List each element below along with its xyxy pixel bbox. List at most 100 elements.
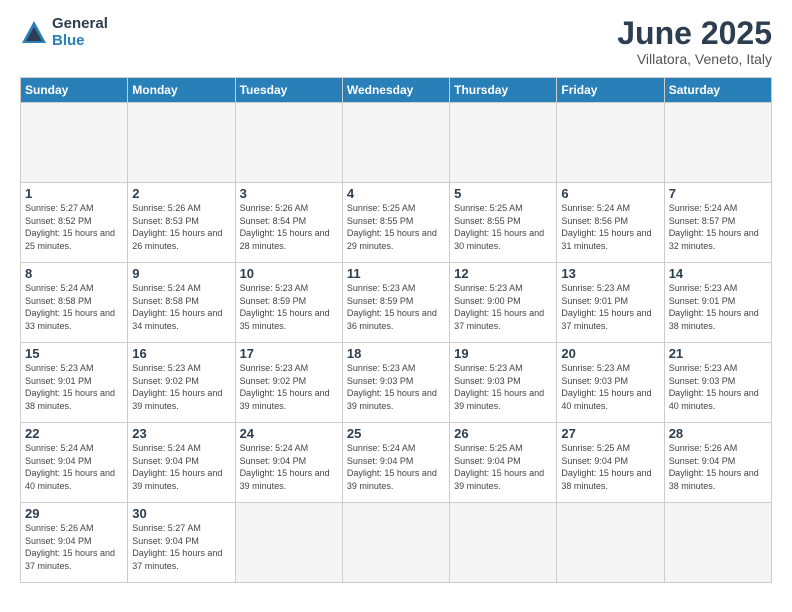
day-info: Sunrise: 5:24 AM Sunset: 9:04 PM Dayligh… xyxy=(25,442,123,492)
table-row: 5 Sunrise: 5:25 AM Sunset: 8:55 PM Dayli… xyxy=(450,183,557,263)
day-info: Sunrise: 5:26 AM Sunset: 9:04 PM Dayligh… xyxy=(669,442,767,492)
day-number: 30 xyxy=(132,506,230,521)
calendar-week-row: 1 Sunrise: 5:27 AM Sunset: 8:52 PM Dayli… xyxy=(21,183,772,263)
calendar-subtitle: Villatora, Veneto, Italy xyxy=(617,51,772,67)
day-info: Sunrise: 5:23 AM Sunset: 9:03 PM Dayligh… xyxy=(669,362,767,412)
table-row: 7 Sunrise: 5:24 AM Sunset: 8:57 PM Dayli… xyxy=(664,183,771,263)
logo-text: General Blue xyxy=(52,16,108,49)
day-number: 3 xyxy=(240,186,338,201)
table-row: 29 Sunrise: 5:26 AM Sunset: 9:04 PM Dayl… xyxy=(21,503,128,583)
calendar-week-row: 22 Sunrise: 5:24 AM Sunset: 9:04 PM Dayl… xyxy=(21,423,772,503)
day-info: Sunrise: 5:24 AM Sunset: 8:58 PM Dayligh… xyxy=(25,282,123,332)
col-friday: Friday xyxy=(557,78,664,103)
day-number: 28 xyxy=(669,426,767,441)
day-info: Sunrise: 5:23 AM Sunset: 9:03 PM Dayligh… xyxy=(347,362,445,412)
table-row: 13 Sunrise: 5:23 AM Sunset: 9:01 PM Dayl… xyxy=(557,263,664,343)
day-info: Sunrise: 5:23 AM Sunset: 8:59 PM Dayligh… xyxy=(347,282,445,332)
table-row: 30 Sunrise: 5:27 AM Sunset: 9:04 PM Dayl… xyxy=(128,503,235,583)
day-number: 1 xyxy=(25,186,123,201)
day-info: Sunrise: 5:26 AM Sunset: 8:53 PM Dayligh… xyxy=(132,202,230,252)
table-row: 16 Sunrise: 5:23 AM Sunset: 9:02 PM Dayl… xyxy=(128,343,235,423)
col-saturday: Saturday xyxy=(664,78,771,103)
day-info: Sunrise: 5:25 AM Sunset: 8:55 PM Dayligh… xyxy=(347,202,445,252)
day-info: Sunrise: 5:27 AM Sunset: 9:04 PM Dayligh… xyxy=(132,522,230,572)
calendar-table: Sunday Monday Tuesday Wednesday Thursday… xyxy=(20,77,772,583)
table-row: 21 Sunrise: 5:23 AM Sunset: 9:03 PM Dayl… xyxy=(664,343,771,423)
day-info: Sunrise: 5:26 AM Sunset: 8:54 PM Dayligh… xyxy=(240,202,338,252)
table-row xyxy=(664,503,771,583)
table-row: 3 Sunrise: 5:26 AM Sunset: 8:54 PM Dayli… xyxy=(235,183,342,263)
table-row: 11 Sunrise: 5:23 AM Sunset: 8:59 PM Dayl… xyxy=(342,263,449,343)
day-info: Sunrise: 5:24 AM Sunset: 8:57 PM Dayligh… xyxy=(669,202,767,252)
day-number: 14 xyxy=(669,266,767,281)
table-row: 9 Sunrise: 5:24 AM Sunset: 8:58 PM Dayli… xyxy=(128,263,235,343)
table-row: 18 Sunrise: 5:23 AM Sunset: 9:03 PM Dayl… xyxy=(342,343,449,423)
table-row xyxy=(557,103,664,183)
title-block: June 2025 Villatora, Veneto, Italy xyxy=(617,16,772,67)
col-tuesday: Tuesday xyxy=(235,78,342,103)
day-number: 8 xyxy=(25,266,123,281)
table-row: 24 Sunrise: 5:24 AM Sunset: 9:04 PM Dayl… xyxy=(235,423,342,503)
day-number: 15 xyxy=(25,346,123,361)
day-info: Sunrise: 5:23 AM Sunset: 9:01 PM Dayligh… xyxy=(25,362,123,412)
day-info: Sunrise: 5:24 AM Sunset: 9:04 PM Dayligh… xyxy=(347,442,445,492)
logo-general: General xyxy=(52,16,108,33)
table-row: 26 Sunrise: 5:25 AM Sunset: 9:04 PM Dayl… xyxy=(450,423,557,503)
day-number: 19 xyxy=(454,346,552,361)
table-row xyxy=(342,103,449,183)
calendar-week-row xyxy=(21,103,772,183)
table-row: 8 Sunrise: 5:24 AM Sunset: 8:58 PM Dayli… xyxy=(21,263,128,343)
day-info: Sunrise: 5:23 AM Sunset: 9:01 PM Dayligh… xyxy=(561,282,659,332)
day-info: Sunrise: 5:23 AM Sunset: 9:03 PM Dayligh… xyxy=(561,362,659,412)
day-number: 20 xyxy=(561,346,659,361)
day-number: 6 xyxy=(561,186,659,201)
calendar-week-row: 8 Sunrise: 5:24 AM Sunset: 8:58 PM Dayli… xyxy=(21,263,772,343)
table-row: 17 Sunrise: 5:23 AM Sunset: 9:02 PM Dayl… xyxy=(235,343,342,423)
table-row: 1 Sunrise: 5:27 AM Sunset: 8:52 PM Dayli… xyxy=(21,183,128,263)
day-number: 22 xyxy=(25,426,123,441)
day-info: Sunrise: 5:27 AM Sunset: 8:52 PM Dayligh… xyxy=(25,202,123,252)
table-row xyxy=(128,103,235,183)
day-number: 7 xyxy=(669,186,767,201)
day-number: 23 xyxy=(132,426,230,441)
table-row xyxy=(557,503,664,583)
day-info: Sunrise: 5:23 AM Sunset: 8:59 PM Dayligh… xyxy=(240,282,338,332)
day-number: 25 xyxy=(347,426,445,441)
table-row: 2 Sunrise: 5:26 AM Sunset: 8:53 PM Dayli… xyxy=(128,183,235,263)
day-number: 11 xyxy=(347,266,445,281)
day-info: Sunrise: 5:23 AM Sunset: 9:02 PM Dayligh… xyxy=(240,362,338,412)
table-row xyxy=(235,503,342,583)
table-row: 4 Sunrise: 5:25 AM Sunset: 8:55 PM Dayli… xyxy=(342,183,449,263)
day-number: 29 xyxy=(25,506,123,521)
day-number: 2 xyxy=(132,186,230,201)
day-number: 24 xyxy=(240,426,338,441)
day-number: 4 xyxy=(347,186,445,201)
day-info: Sunrise: 5:23 AM Sunset: 9:01 PM Dayligh… xyxy=(669,282,767,332)
calendar-header-row: Sunday Monday Tuesday Wednesday Thursday… xyxy=(21,78,772,103)
table-row: 28 Sunrise: 5:26 AM Sunset: 9:04 PM Dayl… xyxy=(664,423,771,503)
col-thursday: Thursday xyxy=(450,78,557,103)
col-monday: Monday xyxy=(128,78,235,103)
day-info: Sunrise: 5:24 AM Sunset: 8:56 PM Dayligh… xyxy=(561,202,659,252)
table-row: 10 Sunrise: 5:23 AM Sunset: 8:59 PM Dayl… xyxy=(235,263,342,343)
day-number: 27 xyxy=(561,426,659,441)
table-row: 14 Sunrise: 5:23 AM Sunset: 9:01 PM Dayl… xyxy=(664,263,771,343)
table-row: 15 Sunrise: 5:23 AM Sunset: 9:01 PM Dayl… xyxy=(21,343,128,423)
logo-blue: Blue xyxy=(52,33,108,50)
table-row xyxy=(664,103,771,183)
day-info: Sunrise: 5:23 AM Sunset: 9:03 PM Dayligh… xyxy=(454,362,552,412)
day-number: 10 xyxy=(240,266,338,281)
table-row: 27 Sunrise: 5:25 AM Sunset: 9:04 PM Dayl… xyxy=(557,423,664,503)
table-row: 6 Sunrise: 5:24 AM Sunset: 8:56 PM Dayli… xyxy=(557,183,664,263)
day-info: Sunrise: 5:25 AM Sunset: 9:04 PM Dayligh… xyxy=(454,442,552,492)
table-row xyxy=(450,103,557,183)
day-number: 9 xyxy=(132,266,230,281)
day-number: 17 xyxy=(240,346,338,361)
page: General Blue June 2025 Villatora, Veneto… xyxy=(0,0,792,612)
day-number: 12 xyxy=(454,266,552,281)
day-number: 16 xyxy=(132,346,230,361)
calendar-week-row: 29 Sunrise: 5:26 AM Sunset: 9:04 PM Dayl… xyxy=(21,503,772,583)
day-info: Sunrise: 5:25 AM Sunset: 8:55 PM Dayligh… xyxy=(454,202,552,252)
col-wednesday: Wednesday xyxy=(342,78,449,103)
day-info: Sunrise: 5:24 AM Sunset: 9:04 PM Dayligh… xyxy=(132,442,230,492)
